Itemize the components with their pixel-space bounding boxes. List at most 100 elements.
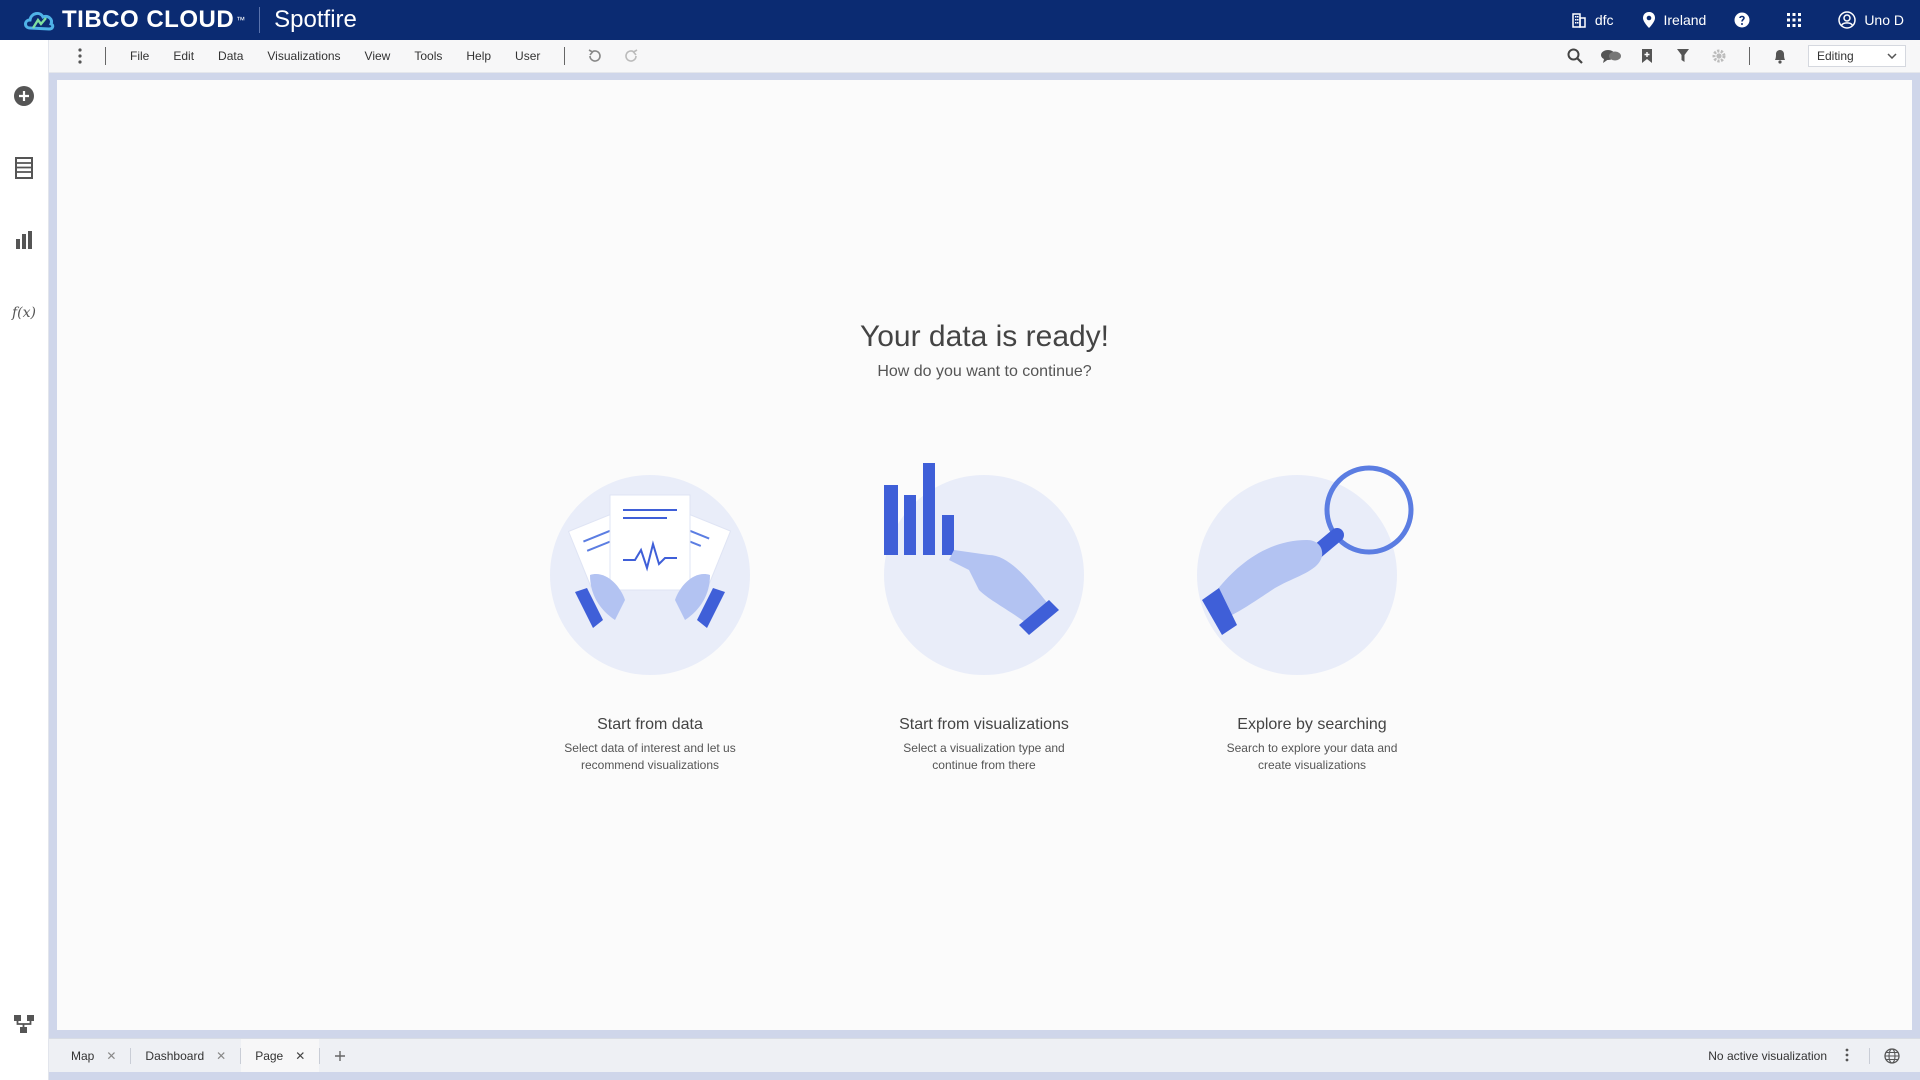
magnifier-hand-icon [1197,465,1414,675]
language-button[interactable] [1884,1048,1900,1064]
plus-circle-icon [14,86,34,106]
bell-icon [1775,50,1785,64]
region-name: Ireland [1663,12,1707,28]
menu-tools[interactable]: Tools [402,49,454,63]
globe-icon [1884,1048,1900,1064]
help-icon [1734,12,1750,28]
tibco-logo[interactable]: TIBCO CLOUD ™ [22,6,245,34]
option-title: Start from data [597,716,703,733]
menu-help[interactable]: Help [454,49,503,63]
welcome-title: Your data is ready! [859,320,1110,353]
option-description-line: continue from there [932,758,1036,772]
option-description: Search to explore your data and create v… [1147,740,1477,774]
close-tab-icon[interactable]: ✕ [216,1049,226,1063]
cloud-logo-icon [24,11,55,31]
welcome-subtitle: How do you want to continue? [877,363,1092,380]
top-right-controls: dfc Ireland Uno D [1571,0,1920,40]
help-button[interactable] [1734,12,1758,28]
option-title: Start from visualizations [899,716,1069,733]
option-description: Select a visualization type and continue… [819,740,1149,774]
start-from-visualizations-illustration [869,460,1099,690]
app-launcher-button[interactable] [1786,12,1810,28]
explore-by-searching-option[interactable]: Explore by searching Search to explore y… [1147,460,1477,774]
visualization-types-button[interactable] [10,226,38,254]
page-tab-label: Dashboard [145,1049,205,1063]
plus-icon [335,1050,346,1061]
product-name: Spotfire [274,6,357,33]
option-description: Select data of interest and let us recom… [485,740,815,774]
status-text: No active visualization [1708,1049,1827,1063]
bar-chart-icon [16,231,32,249]
page-tab-map[interactable]: Map ✕ [49,1039,130,1073]
start-from-data-illustration [535,460,765,690]
kebab-menu-icon [1845,1048,1849,1061]
data-canvas-button[interactable] [10,1010,38,1038]
data-documents-icon [550,475,750,675]
menu-divider [564,47,566,65]
menu-view[interactable]: View [353,49,403,63]
filters-button[interactable] [1672,45,1694,67]
undo-button[interactable] [584,45,606,67]
org-selector[interactable]: dfc [1571,12,1614,28]
menu-data[interactable]: Data [206,49,255,63]
option-description-line: create visualizations [1257,758,1367,772]
bookmark-icon [1642,49,1652,63]
org-name: dfc [1594,12,1614,28]
chat-bubbles-icon [1601,50,1621,63]
region-selector[interactable]: Ireland [1642,11,1707,29]
mode-label: Editing [1817,49,1854,63]
mode-dropdown[interactable]: Editing [1808,45,1906,67]
start-from-data-option[interactable]: Start from data Select data of interest … [485,460,815,774]
filter-funnel-icon [1677,49,1689,62]
building-icon [1572,13,1586,28]
chevron-down-icon [1887,53,1897,59]
menu-visualizations[interactable]: Visualizations [255,49,352,63]
collaboration-button[interactable] [1600,45,1622,67]
left-rail: f(x) [0,40,49,1080]
top-bar: TIBCO CLOUD ™ Spotfire dfc Ireland Uno D [0,0,1920,40]
menu-user[interactable]: User [503,49,552,63]
expressions-button[interactable]: f(x) [10,298,38,326]
brand-divider [259,7,261,33]
data-table-icon [15,157,33,179]
brand-name: TIBCO CLOUD [62,6,235,33]
notifications-button[interactable] [1769,45,1791,67]
add-page-button[interactable] [320,1046,360,1067]
settings-button[interactable] [1708,45,1730,67]
search-button[interactable] [1564,45,1586,67]
page-tab-page[interactable]: Page ✕ [241,1039,320,1073]
bottom-edge [49,1072,1920,1080]
status-more-button[interactable] [1845,1048,1849,1065]
toolbar-right: Editing [1557,40,1920,72]
location-pin-icon [1642,12,1655,28]
status-area: No active visualization [1708,1039,1920,1073]
page-tab-dashboard[interactable]: Dashboard ✕ [131,1039,240,1073]
data-panel-button[interactable] [10,154,38,182]
start-from-visualizations-option[interactable]: Start from visualizations Select a visua… [819,460,1149,774]
bookmarks-button[interactable] [1636,45,1658,67]
gear-icon [1712,49,1726,63]
more-options-button[interactable] [73,48,87,64]
menu-bar: File Edit Data Visualizations View Tools… [49,40,1920,73]
close-tab-icon[interactable]: ✕ [295,1049,305,1063]
menu-file[interactable]: File [118,49,161,63]
redo-button[interactable] [620,45,642,67]
grid-apps-icon [1787,13,1802,27]
data-flow-icon [14,1015,34,1033]
add-data-button[interactable] [10,82,38,110]
search-icon [1567,48,1583,64]
option-title: Explore by searching [1237,716,1387,733]
page-tab-label: Map [71,1049,95,1063]
bar-chart-hand-icon [884,463,1084,675]
user-menu[interactable]: Uno D [1838,11,1904,29]
status-divider [1869,1048,1870,1064]
option-description-line: Select data of interest and let us [564,741,736,755]
menu-edit[interactable]: Edit [161,49,206,63]
close-tab-icon[interactable]: ✕ [106,1049,116,1063]
analysis-canvas[interactable]: Your data is ready! How do you want to c… [57,80,1912,1030]
redo-icon [625,49,638,62]
kebab-menu-icon [78,48,82,64]
menu-divider [105,47,106,65]
trademark: ™ [236,15,246,25]
toolbar-divider [1749,47,1750,65]
